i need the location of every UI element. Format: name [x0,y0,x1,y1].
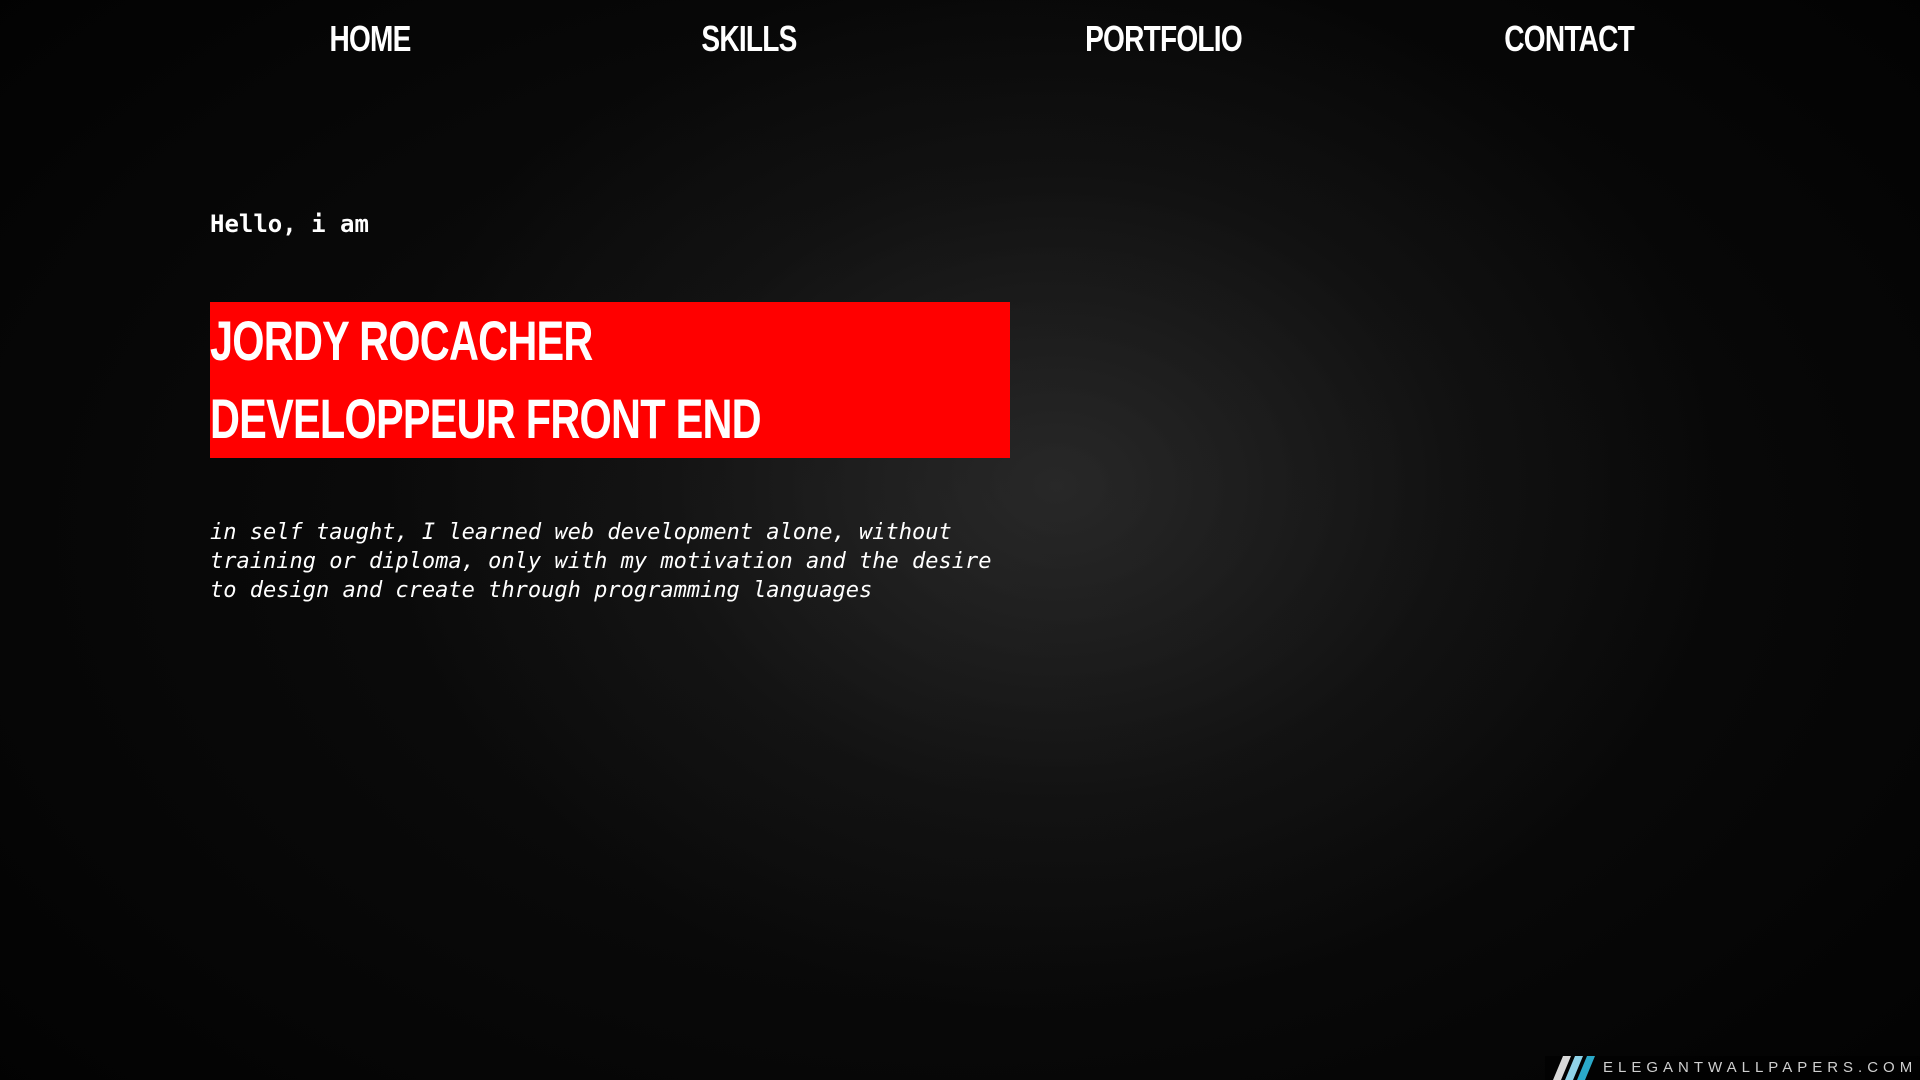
developer-name: JORDY ROCACHER [210,309,593,372]
name-highlight-box: JORDY ROCACHER DEVELOPPEUR FRONT END [210,302,1010,458]
watermark: ELEGANTWALLPAPERS.COM [1545,1056,1920,1080]
nav-link-portfolio[interactable]: PORTFOLIO [1085,18,1243,60]
nav-link-skills[interactable]: SKILLS [701,18,797,60]
bio-line: in self taught, I learned web developmen… [210,520,952,545]
nav-link-home[interactable]: HOME [329,18,411,60]
nav-link-contact[interactable]: CONTACT [1504,18,1635,60]
watermark-text: ELEGANTWALLPAPERS.COM [1603,1059,1918,1076]
bio-line: training or diploma, only with my motiva… [210,549,992,574]
watermark-logo-icon [1553,1056,1595,1080]
developer-role: DEVELOPPEUR FRONT END [210,387,762,450]
intro-greeting: Hello, i am [210,210,369,238]
bio-paragraph: in self taught, I learned web developmen… [210,518,1010,605]
bio-line: to design and create through programming… [210,578,873,603]
main-navigation: HOME SKILLS PORTFOLIO CONTACT [0,0,1920,82]
